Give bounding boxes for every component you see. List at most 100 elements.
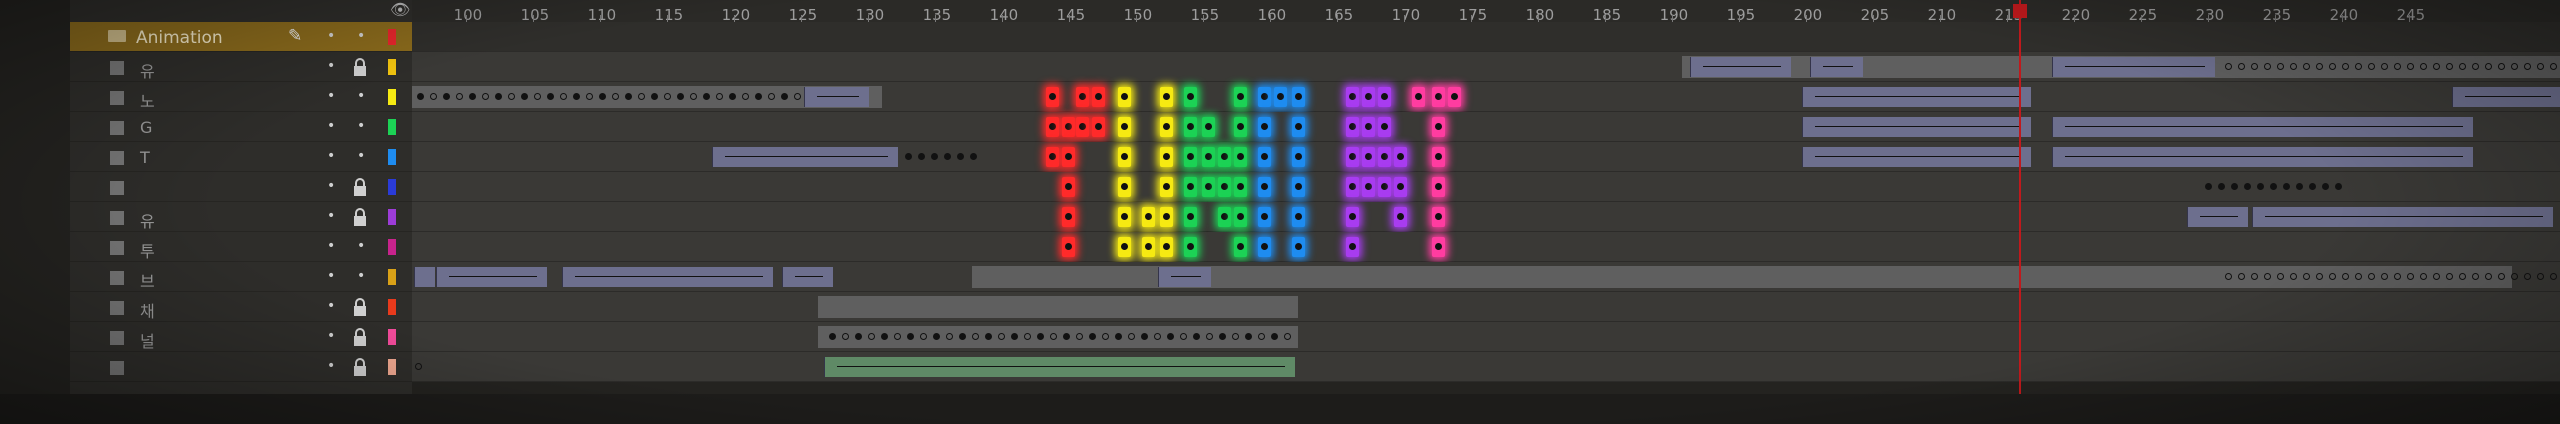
empty-keyframe[interactable] <box>2352 267 2365 287</box>
timeline-row[interactable] <box>412 292 2560 322</box>
empty-keyframe[interactable] <box>2495 267 2508 287</box>
empty-keyframe[interactable] <box>1203 327 1216 347</box>
timeline-row[interactable] <box>412 52 2560 82</box>
glowing-keyframe[interactable] <box>1076 117 1089 137</box>
empty-keyframe[interactable] <box>2352 57 2365 77</box>
glowing-keyframe[interactable] <box>1292 147 1305 167</box>
layer-color-swatch[interactable] <box>388 119 396 135</box>
empty-keyframe[interactable] <box>1125 327 1138 347</box>
empty-keyframe[interactable] <box>2508 267 2521 287</box>
glowing-keyframe[interactable] <box>1184 207 1197 227</box>
glowing-keyframe[interactable] <box>1378 177 1391 197</box>
glowing-keyframe[interactable] <box>1292 117 1305 137</box>
keyframe[interactable] <box>928 147 941 167</box>
empty-keyframe[interactable] <box>2287 267 2300 287</box>
layer-row[interactable]: 채 • <box>70 292 412 322</box>
empty-keyframe[interactable] <box>635 87 648 107</box>
empty-keyframe[interactable] <box>943 327 956 347</box>
layer-row[interactable]: • <box>70 172 412 202</box>
glowing-keyframe[interactable] <box>1234 147 1247 167</box>
layer-row[interactable]: 널 • <box>70 322 412 352</box>
glowing-keyframe[interactable] <box>1292 237 1305 257</box>
keyframe[interactable] <box>414 87 427 107</box>
keyframe[interactable] <box>2319 177 2332 197</box>
empty-keyframe[interactable] <box>1047 327 1060 347</box>
glowing-keyframe[interactable] <box>1346 147 1359 167</box>
glowing-keyframe[interactable] <box>1234 117 1247 137</box>
motion-tween[interactable] <box>2052 117 2473 137</box>
empty-keyframe[interactable] <box>969 327 982 347</box>
layer-row[interactable]: 유 • <box>70 202 412 232</box>
motion-tween[interactable] <box>1158 267 1211 287</box>
motion-tween[interactable] <box>2452 87 2560 107</box>
empty-keyframe[interactable] <box>2404 267 2417 287</box>
layer-color-swatch[interactable] <box>388 179 396 195</box>
glowing-keyframe[interactable] <box>1202 147 1215 167</box>
empty-keyframe[interactable] <box>661 87 674 107</box>
glowing-keyframe[interactable] <box>1258 147 1271 167</box>
empty-keyframe[interactable] <box>2521 57 2534 77</box>
layer-color-swatch[interactable] <box>388 239 396 255</box>
empty-keyframe[interactable] <box>1281 327 1294 347</box>
empty-keyframe[interactable] <box>2482 267 2495 287</box>
empty-keyframe[interactable] <box>713 87 726 107</box>
empty-keyframe[interactable] <box>2365 267 2378 287</box>
layer-row[interactable]: 브 • • <box>70 262 412 292</box>
keyframe[interactable] <box>440 87 453 107</box>
keyframe[interactable] <box>544 87 557 107</box>
keyframe[interactable] <box>2280 177 2293 197</box>
glowing-keyframe[interactable] <box>1346 87 1359 107</box>
keyframe[interactable] <box>967 147 980 167</box>
keyframe[interactable] <box>826 327 839 347</box>
lock-toggle[interactable]: • <box>357 238 365 254</box>
empty-keyframe[interactable] <box>1099 327 1112 347</box>
glowing-keyframe[interactable] <box>1432 177 1445 197</box>
empty-keyframe[interactable] <box>557 87 570 107</box>
glowing-keyframe[interactable] <box>1202 177 1215 197</box>
visibility-toggle[interactable]: • <box>327 58 335 74</box>
glowing-keyframe[interactable] <box>1184 117 1197 137</box>
empty-keyframe[interactable] <box>2430 57 2443 77</box>
glowing-keyframe[interactable] <box>1062 237 1075 257</box>
empty-keyframe[interactable] <box>2287 57 2300 77</box>
timeline-row[interactable] <box>412 142 2560 172</box>
keyframe[interactable] <box>648 87 661 107</box>
keyframe[interactable] <box>904 327 917 347</box>
keyframe[interactable] <box>852 327 865 347</box>
empty-keyframe[interactable] <box>2326 267 2339 287</box>
empty-keyframe[interactable] <box>427 87 440 107</box>
visibility-toggle[interactable]: • <box>327 328 335 344</box>
empty-keyframe[interactable] <box>453 87 466 107</box>
glowing-keyframe[interactable] <box>1142 207 1155 227</box>
glowing-keyframe[interactable] <box>1346 117 1359 137</box>
keyframe[interactable] <box>878 327 891 347</box>
glowing-keyframe[interactable] <box>1378 147 1391 167</box>
empty-keyframe[interactable] <box>2222 267 2235 287</box>
keyframe[interactable] <box>1034 327 1047 347</box>
lock-icon[interactable] <box>352 297 368 317</box>
visibility-toggle[interactable]: • <box>327 238 335 254</box>
glowing-keyframe[interactable] <box>1258 87 1271 107</box>
lock-icon[interactable] <box>352 177 368 197</box>
glowing-keyframe[interactable] <box>1118 177 1131 197</box>
empty-keyframe[interactable] <box>412 357 425 377</box>
keyframe[interactable] <box>1008 327 1021 347</box>
empty-keyframe[interactable] <box>2261 267 2274 287</box>
keyframe[interactable] <box>570 87 583 107</box>
empty-keyframe[interactable] <box>1229 327 1242 347</box>
keyframe[interactable] <box>1242 327 1255 347</box>
keyframe[interactable] <box>752 87 765 107</box>
empty-keyframe[interactable] <box>2274 57 2287 77</box>
glowing-keyframe[interactable] <box>1378 87 1391 107</box>
layer-color-swatch[interactable] <box>388 359 396 375</box>
empty-keyframe[interactable] <box>2222 57 2235 77</box>
keyframe[interactable] <box>2228 177 2241 197</box>
motion-tween[interactable] <box>2187 207 2248 227</box>
glowing-keyframe[interactable] <box>1118 117 1131 137</box>
lock-toggle[interactable]: • <box>357 28 365 44</box>
glowing-keyframe[interactable] <box>1258 117 1271 137</box>
timeline-row[interactable] <box>412 262 2560 292</box>
timeline-row[interactable] <box>412 352 2560 382</box>
empty-keyframe[interactable] <box>2404 57 2417 77</box>
glowing-keyframe[interactable] <box>1062 177 1075 197</box>
